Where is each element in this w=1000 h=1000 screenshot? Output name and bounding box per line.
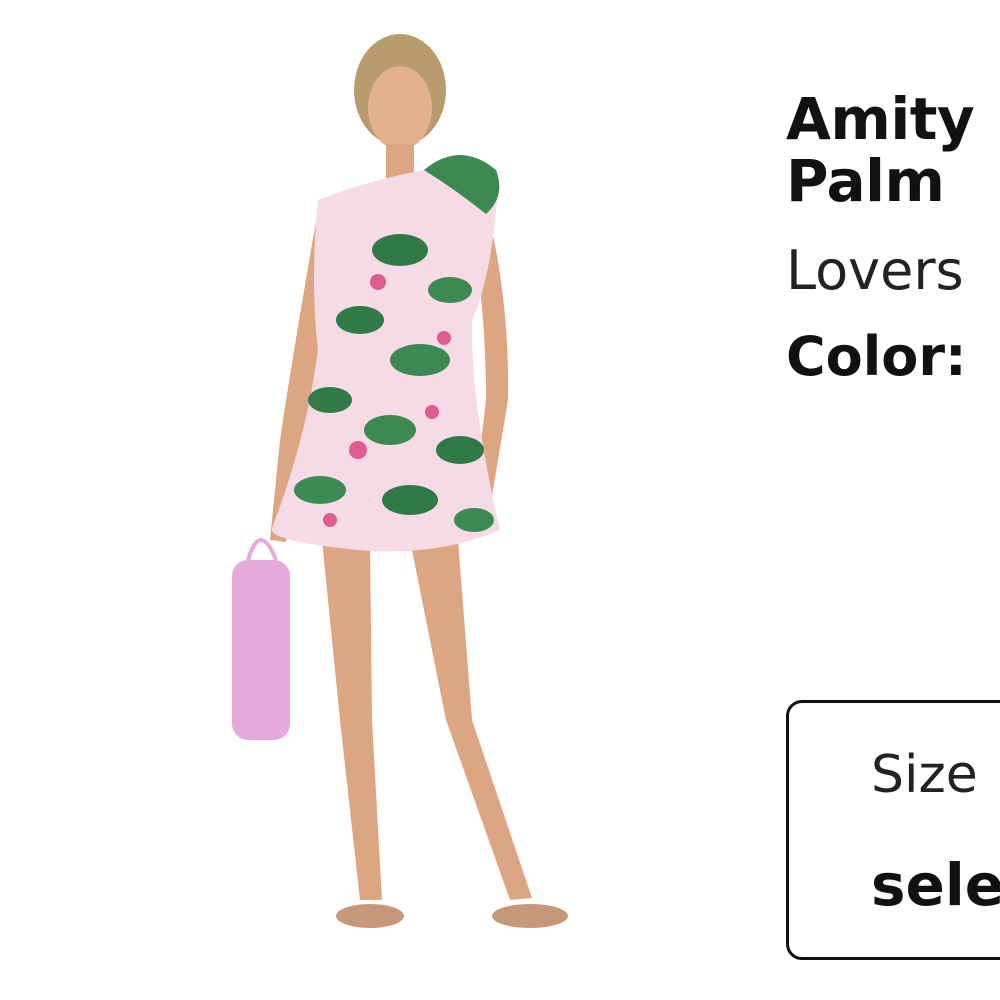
model-illustration	[232, 34, 568, 928]
brand-link[interactable]: Lovers	[786, 240, 1000, 302]
size-select-value: sele	[871, 851, 1000, 919]
size-select-button[interactable]: Size sele	[786, 700, 1000, 960]
size-label: Size	[871, 745, 978, 805]
product-info: Amity Palm Lovers Color:	[786, 88, 1000, 388]
product-photo[interactable]	[210, 20, 630, 980]
product-detail-page: Amity Palm Lovers Color: Size sele	[0, 0, 1000, 1000]
product-name: Amity Palm	[786, 88, 975, 215]
color-label: Color:	[786, 325, 967, 388]
color-row: Color:	[786, 326, 1000, 388]
